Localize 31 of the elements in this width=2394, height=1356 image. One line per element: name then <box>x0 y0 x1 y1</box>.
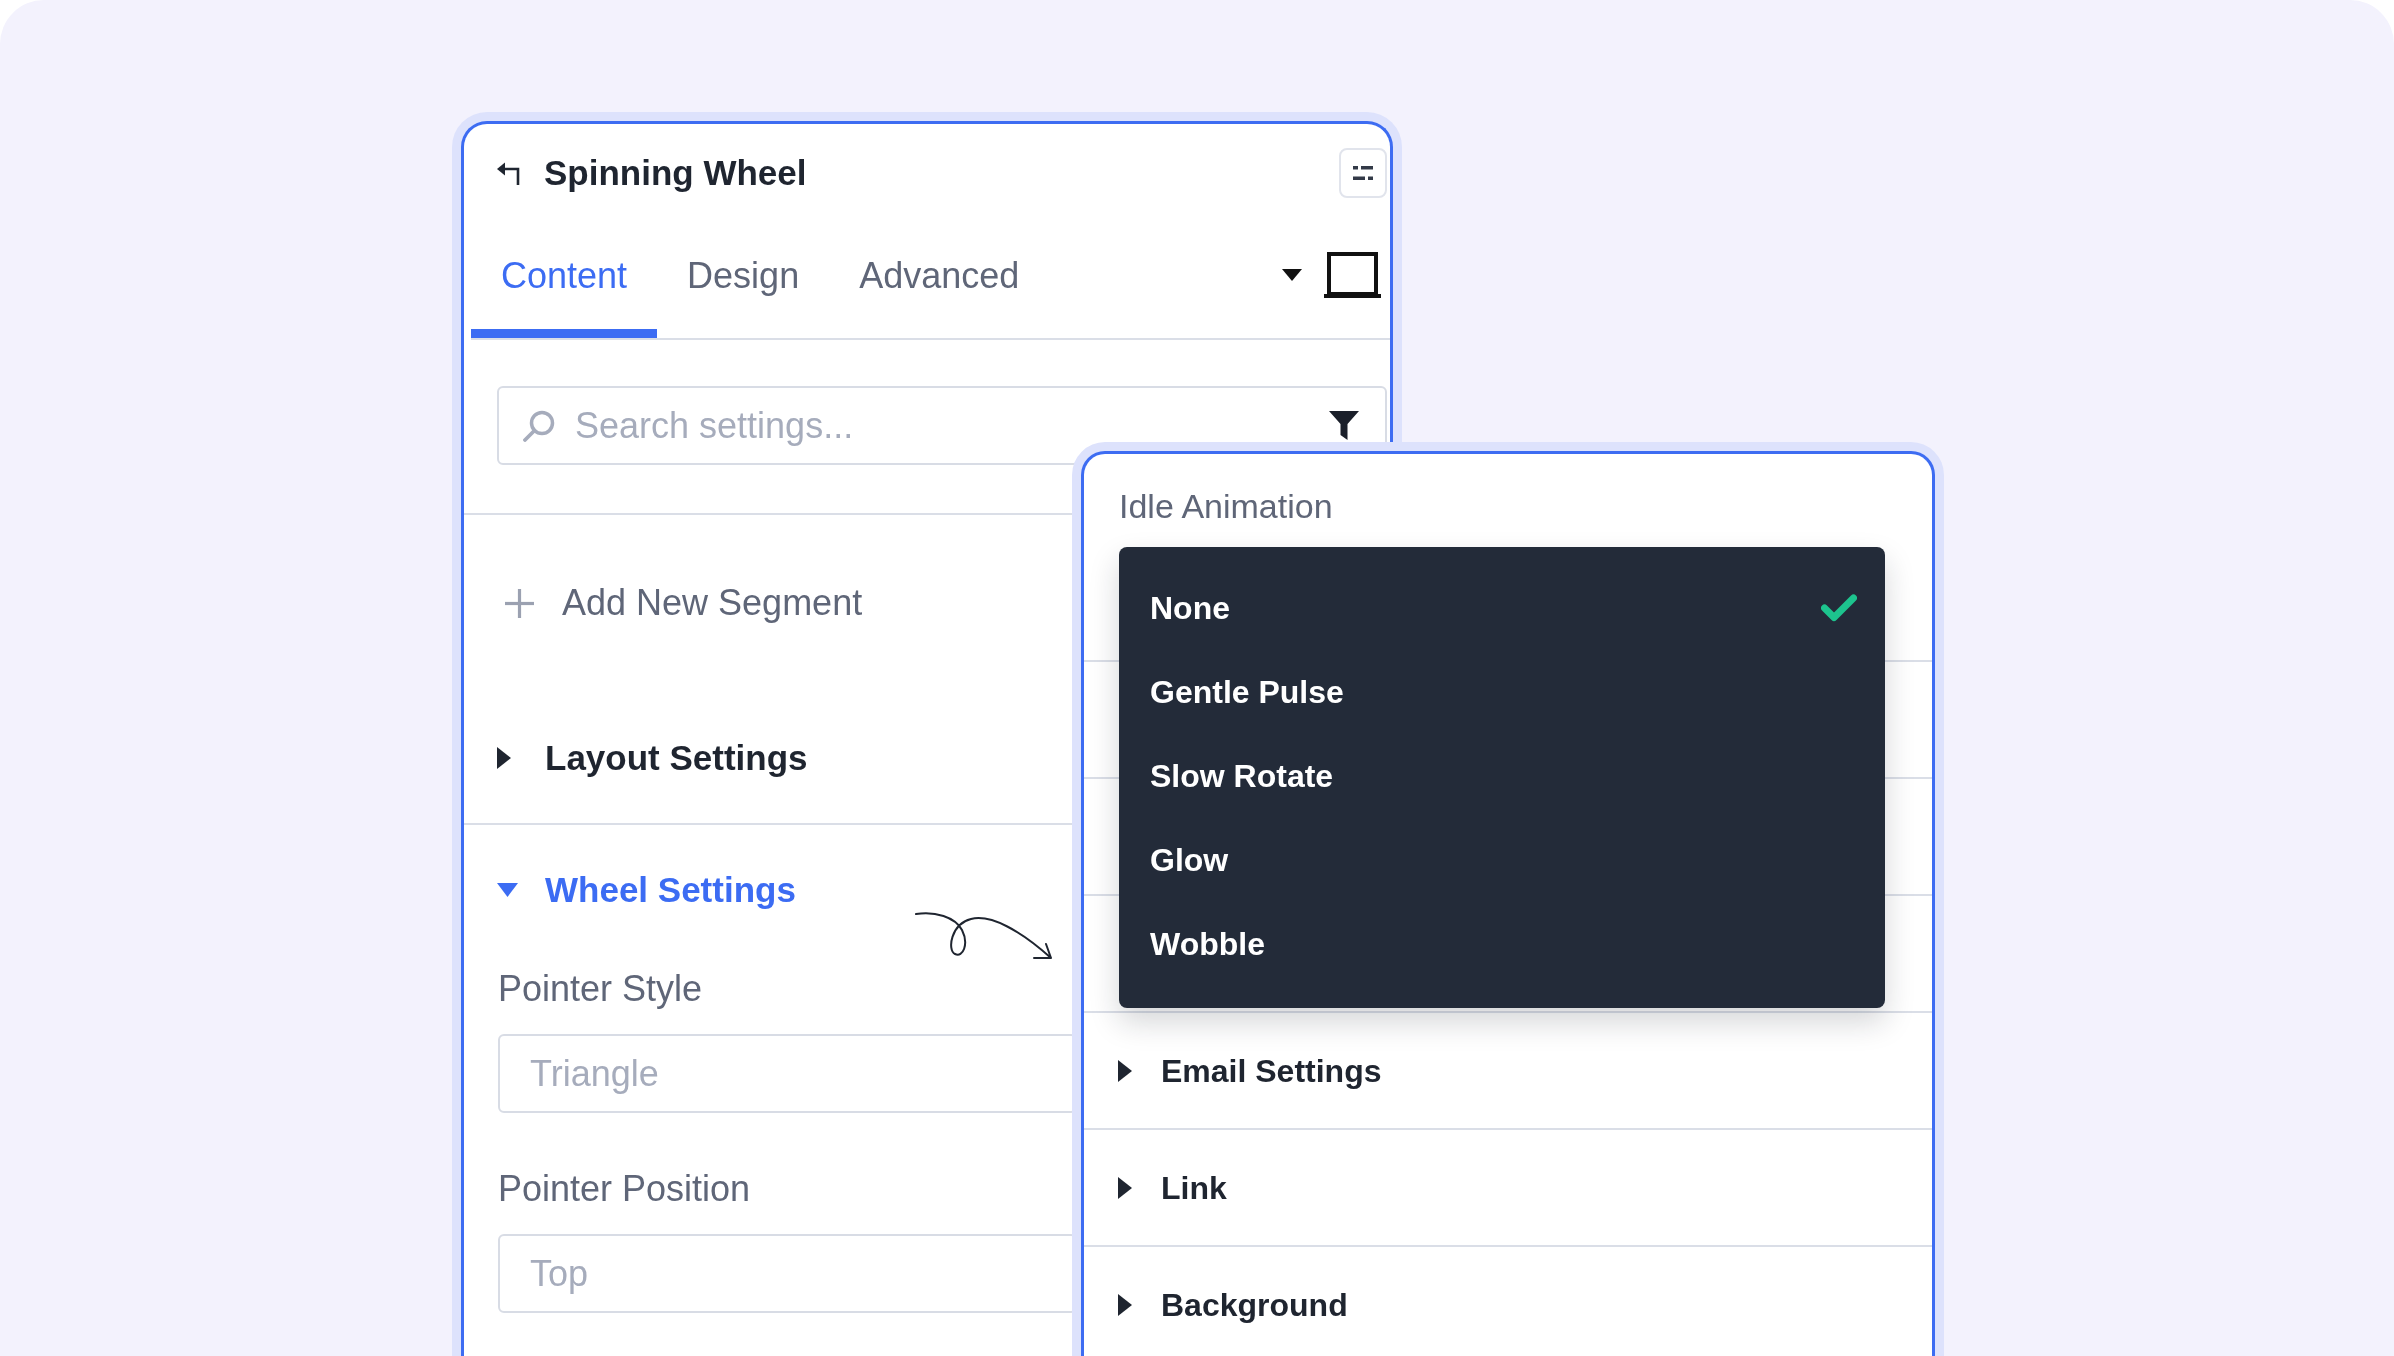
dropdown-option[interactable]: Glow <box>1150 818 1857 902</box>
accordion-header[interactable]: Link <box>1084 1130 1932 1247</box>
plus-icon <box>505 588 534 618</box>
add-segment-button[interactable]: Add New Segment <box>505 581 863 625</box>
funnel-icon[interactable] <box>1329 411 1359 440</box>
caret-right-icon <box>1118 1059 1132 1082</box>
accordion-header[interactable]: Background <box>1084 1247 1932 1356</box>
dropdown-option[interactable]: Wobble <box>1150 902 1857 986</box>
accordion-header[interactable]: Wheel Settings <box>464 825 816 955</box>
panel-title: Spinning Wheel <box>544 152 807 194</box>
dropdown-option[interactable]: Gentle Pulse <box>1150 650 1857 734</box>
laptop-icon[interactable] <box>1324 252 1381 298</box>
bars-icon <box>1353 166 1373 180</box>
tab[interactable]: Advanced <box>829 224 1050 338</box>
caret-down-icon <box>497 883 518 897</box>
field-label: Pointer Position <box>498 1167 751 1211</box>
panel-menu-button[interactable] <box>1339 148 1387 198</box>
caret-right-icon <box>1118 1176 1132 1199</box>
field-label: Idle Animation <box>1119 486 1333 527</box>
tab[interactable]: Design <box>657 224 830 338</box>
field-label: Pointer Style <box>498 967 703 1011</box>
caret-right-icon <box>1118 1293 1132 1316</box>
tab[interactable]: Content <box>471 224 658 338</box>
back-arrow-icon[interactable] <box>497 161 521 185</box>
search-icon <box>523 410 555 442</box>
caret-down-icon[interactable] <box>1282 269 1302 281</box>
accordion-header[interactable]: Layout Settings <box>464 693 828 823</box>
caret-right-icon <box>497 747 511 769</box>
accordion-header[interactable]: Email Settings <box>1084 1013 1932 1130</box>
dropdown-option[interactable]: None <box>1150 566 1857 650</box>
dropdown-option[interactable]: Slow Rotate <box>1150 734 1857 818</box>
